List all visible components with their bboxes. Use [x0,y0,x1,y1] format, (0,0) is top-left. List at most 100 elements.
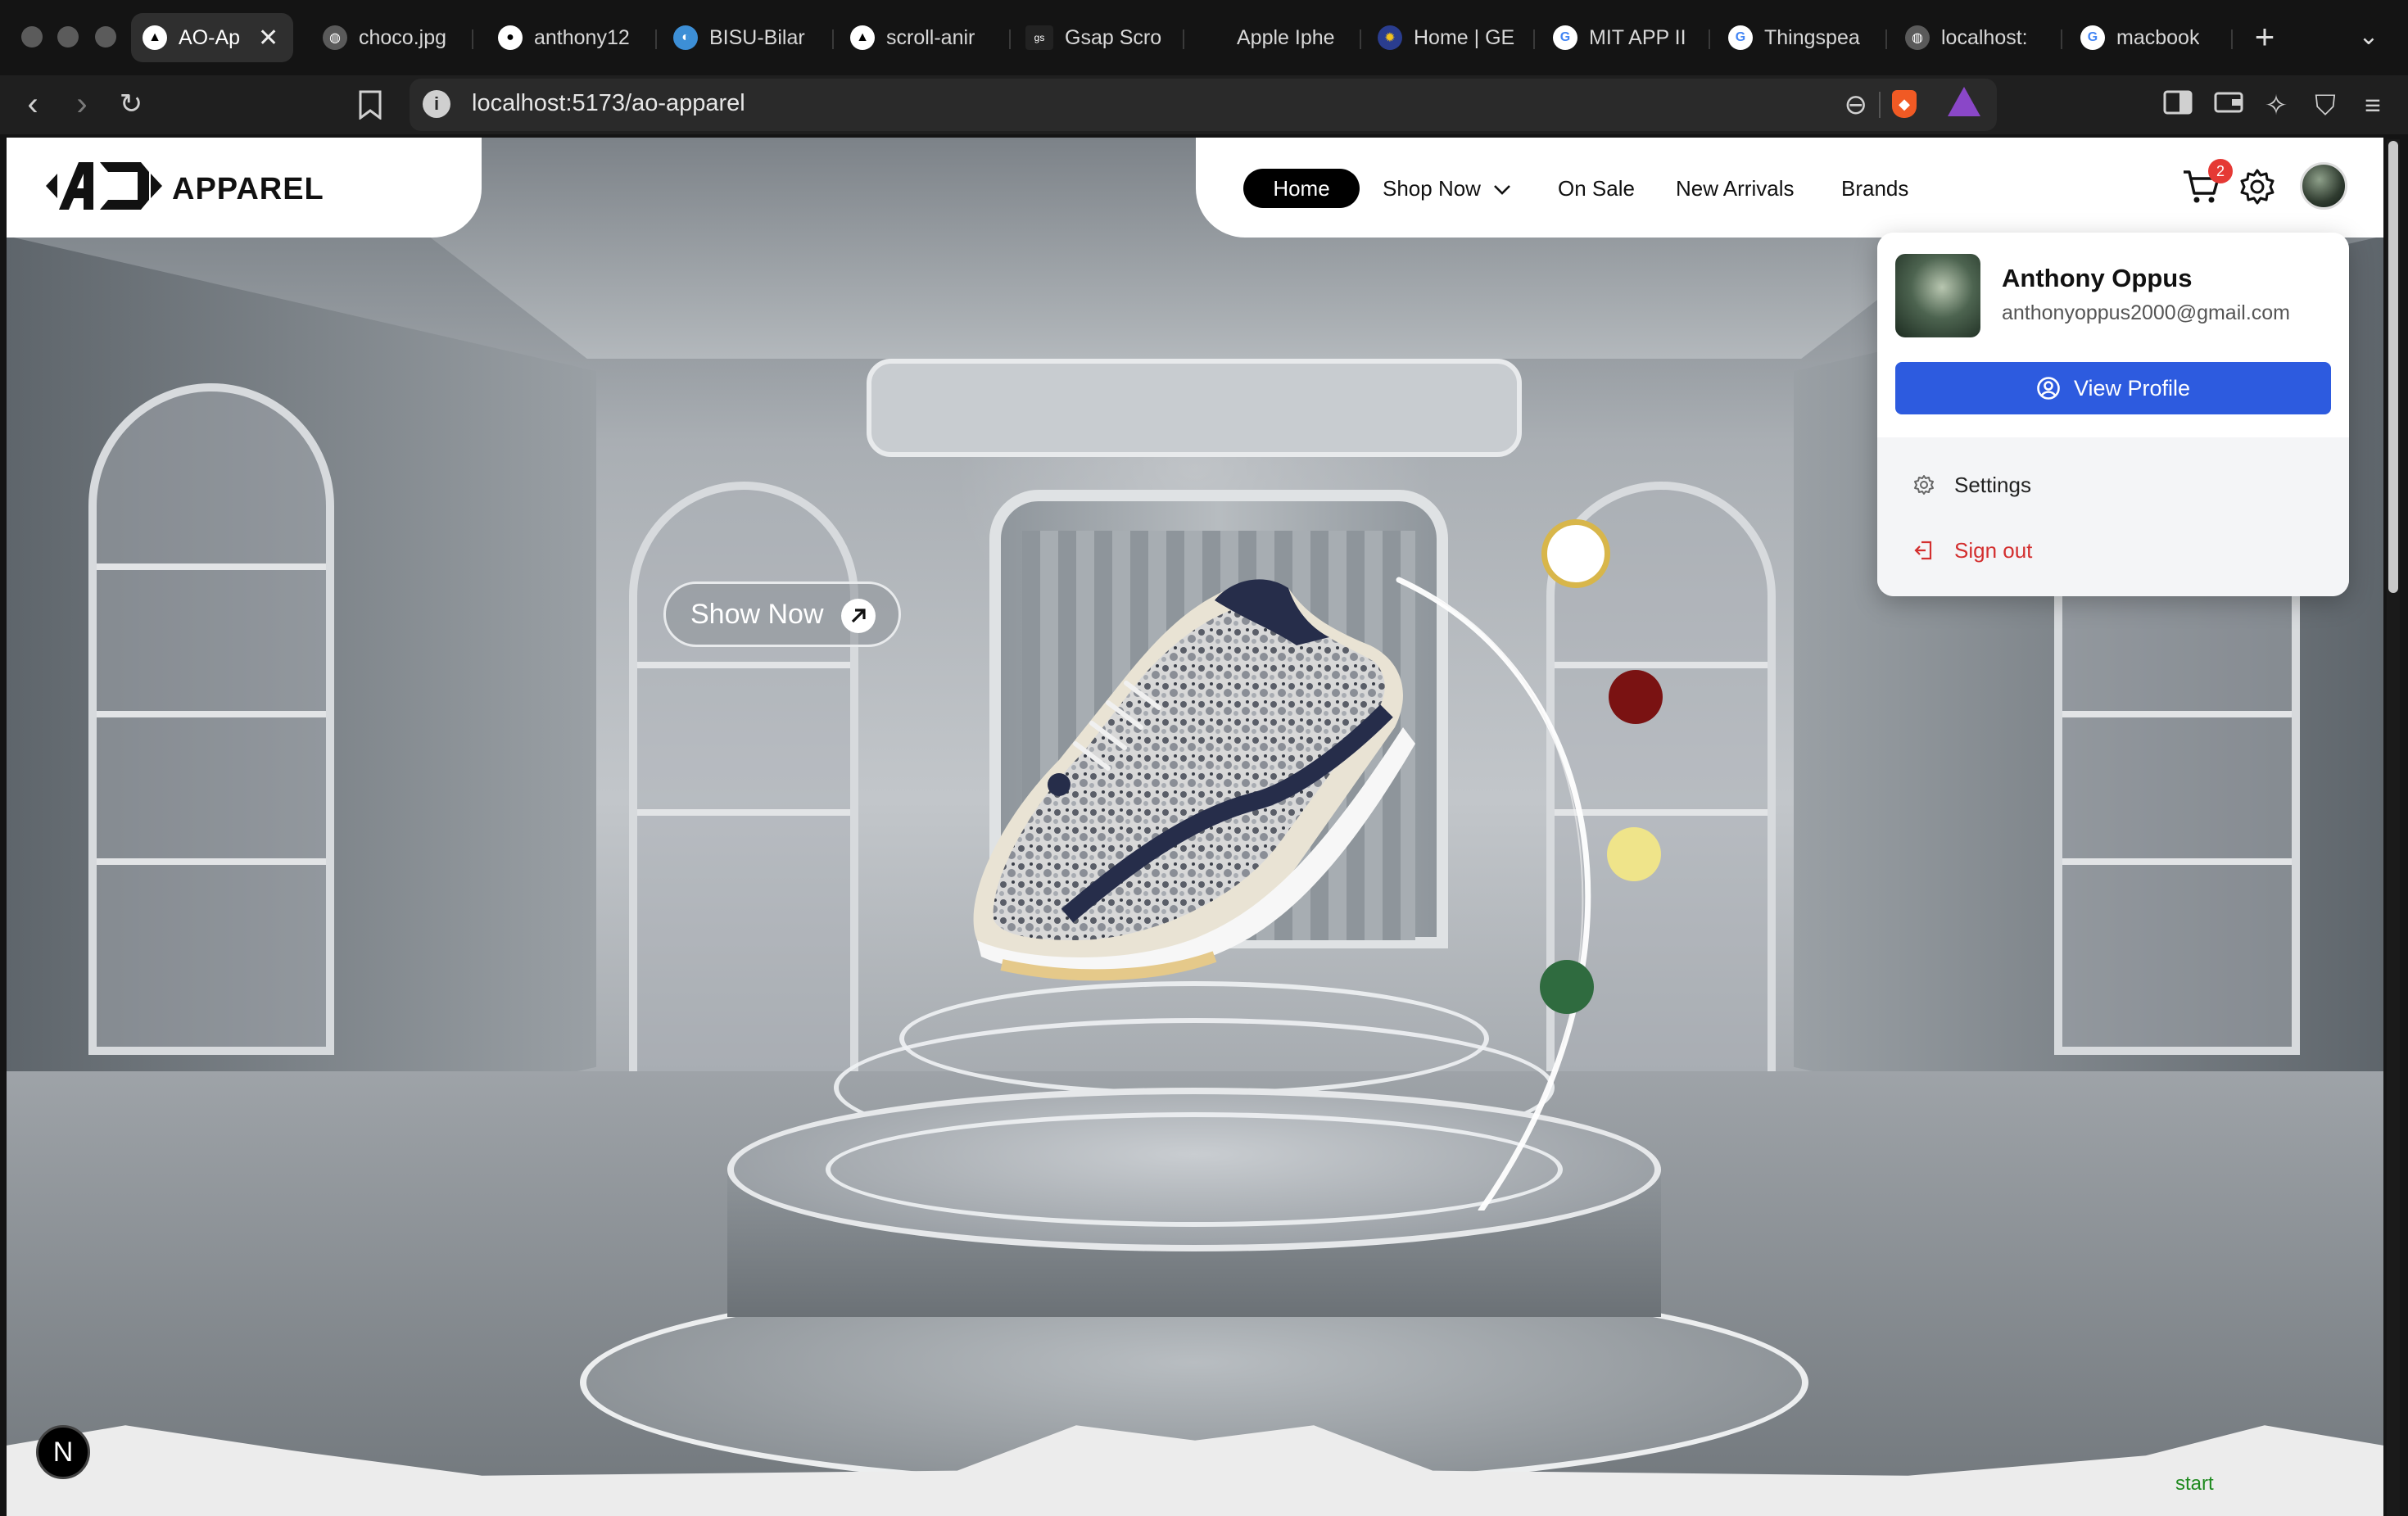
tab-separator [472,29,473,49]
browser-tab-bar: ▲ AO-Ap ✕ ◍ choco.jpg ● anthony12 ◐ BISU… [0,0,2408,75]
store-arch [629,482,858,1104]
tab-list-chevron-icon[interactable]: ⌄ [2352,13,2385,62]
sidebar-toggle-icon[interactable] [2159,87,2197,124]
user-circle-icon [2037,377,2060,400]
shelf [97,563,326,570]
debug-start-label: start [2175,1473,2214,1495]
settings-gear-icon [1914,475,1934,495]
github-icon: ● [498,25,523,50]
forward-arrow-icon[interactable]: › [59,82,105,128]
brave-rewards-icon[interactable] [1948,87,1980,116]
window-minimize-button[interactable] [57,26,79,48]
chevron-down-icon [1493,169,1511,208]
nav-shop-now-label: Shop Now [1383,176,1481,201]
browser-tab[interactable]: G Thingspea [1728,13,1869,62]
show-now-button[interactable]: Show Now [663,582,901,647]
browser-tab[interactable]: gs Gsap Scro [1025,13,1165,62]
browser-tab-active[interactable]: ▲ AO-Ap ✕ [131,13,293,62]
sneaker-product-image[interactable] [944,555,1419,981]
logo-card: APPAREL [7,138,482,238]
settings-label: Settings [1954,472,2031,497]
apple-logo-icon [1201,25,1225,50]
triangle-logo-icon: ▲ [143,25,167,50]
site-info-icon[interactable]: i [423,90,450,118]
dev-tools-badge[interactable]: N [36,1425,90,1479]
tab-separator [655,29,657,49]
profile-photo [1895,254,1980,337]
tab-separator [832,29,834,49]
earth-icon: ◐ [673,25,698,50]
tab-label: choco.jpg [359,25,447,49]
tab-label: BISU-Bilar [709,25,805,49]
window-close-button[interactable] [21,26,43,48]
reload-icon[interactable]: ↻ [108,82,154,128]
nav-shop-now[interactable]: Shop Now [1383,169,1511,208]
google-icon: G [2080,25,2105,50]
profile-summary: Anthony Oppus anthonyoppus2000@gmail.com… [1877,233,2349,437]
scrollbar-thumb[interactable] [2388,141,2398,593]
tab-label: localhost: [1941,25,2028,49]
tab-label: Apple Iphe [1237,25,1335,49]
browser-tab[interactable]: ◍ localhost: [1905,13,2044,62]
address-bar[interactable]: i localhost:5173/ao-apparel ⊖ ◆ [410,79,1997,131]
brand-name[interactable]: APPAREL [172,172,324,207]
browser-tab[interactable]: ◍ choco.jpg [323,13,450,62]
tab-label: Thingspea [1764,25,1860,49]
leo-ai-sparkle-icon[interactable]: ✧ [2257,87,2295,124]
show-now-label: Show Now [690,598,824,630]
zoom-magnifier-icon[interactable]: ⊖ [1844,88,1868,121]
browser-tab[interactable]: ● anthony12 [498,13,634,62]
view-profile-button[interactable]: View Profile [1895,362,2331,414]
swatch-yellow[interactable] [1607,827,1661,881]
tab-label: scroll-anir [886,25,975,49]
view-profile-label: View Profile [2073,375,2191,400]
tab-label: macbook [2116,25,2200,49]
settings-menu-item[interactable]: Settings [1913,468,2031,501]
browser-menu-icon[interactable]: ≡ [2354,87,2392,124]
browser-tab[interactable]: G MIT APP II [1553,13,1692,62]
nav-brands[interactable]: Brands [1841,169,1908,208]
tab-separator [1709,29,1710,49]
tab-label: anthony12 [534,25,630,49]
address-url[interactable]: localhost:5173/ao-apparel [472,90,745,117]
bookmark-icon[interactable] [347,82,393,128]
nav-home[interactable]: Home [1243,169,1360,208]
window-zoom-button[interactable] [95,26,116,48]
profile-email: anthonyoppus2000@gmail.com [2002,301,2290,324]
tab-separator [2231,29,2233,49]
browser-tab[interactable]: G macbook [2080,13,2226,62]
tab-label: Home | GE [1414,25,1515,49]
swatch-maroon[interactable] [1609,670,1663,724]
triangle-logo-icon: ▲ [850,25,875,50]
user-avatar[interactable] [2300,162,2347,210]
vpn-shield-icon[interactable]: ⛉ [2306,87,2344,124]
ao-logo-icon[interactable] [43,156,165,216]
tab-label: MIT APP II [1589,25,1686,49]
seal-icon: ✹ [1378,25,1402,50]
browser-tab[interactable]: Apple Iphe [1201,13,1345,62]
cart-count-badge: 2 [2208,159,2233,183]
shelf [97,711,326,717]
ceiling-light-panel [867,359,1522,457]
wallet-icon[interactable] [2210,87,2247,124]
gear-icon[interactable] [2238,167,2277,206]
arrow-up-right-icon [841,599,876,633]
profile-actions: Settings Sign out [1877,437,2349,596]
browser-tab[interactable]: ✹ Home | GE [1378,13,1517,62]
nav-new-arrivals[interactable]: New Arrivals [1676,169,1794,208]
sign-out-menu-item[interactable]: Sign out [1913,534,2032,567]
close-tab-icon[interactable]: ✕ [258,24,278,52]
back-arrow-icon[interactable]: ‹ [10,82,56,128]
main-nav-card: Home Shop Now On Sale New Arrivals Brand… [1196,138,2383,238]
brave-shields-icon[interactable]: ◆ [1892,90,1917,118]
new-tab-plus-icon[interactable]: + [2244,13,2285,62]
swatch-white[interactable] [1541,519,1610,588]
browser-toolbar: ‹ › ↻ i localhost:5173/ao-apparel ⊖ ◆ ✧ … [0,75,2408,134]
sign-out-label: Sign out [1954,537,2033,563]
browser-tab[interactable]: ◐ BISU-Bilar [673,13,812,62]
tab-separator [1885,29,1887,49]
nav-on-sale[interactable]: On Sale [1558,169,1635,208]
shelf [637,809,850,816]
browser-tab[interactable]: ▲ scroll-anir [850,13,993,62]
swatch-green[interactable] [1540,960,1594,1014]
